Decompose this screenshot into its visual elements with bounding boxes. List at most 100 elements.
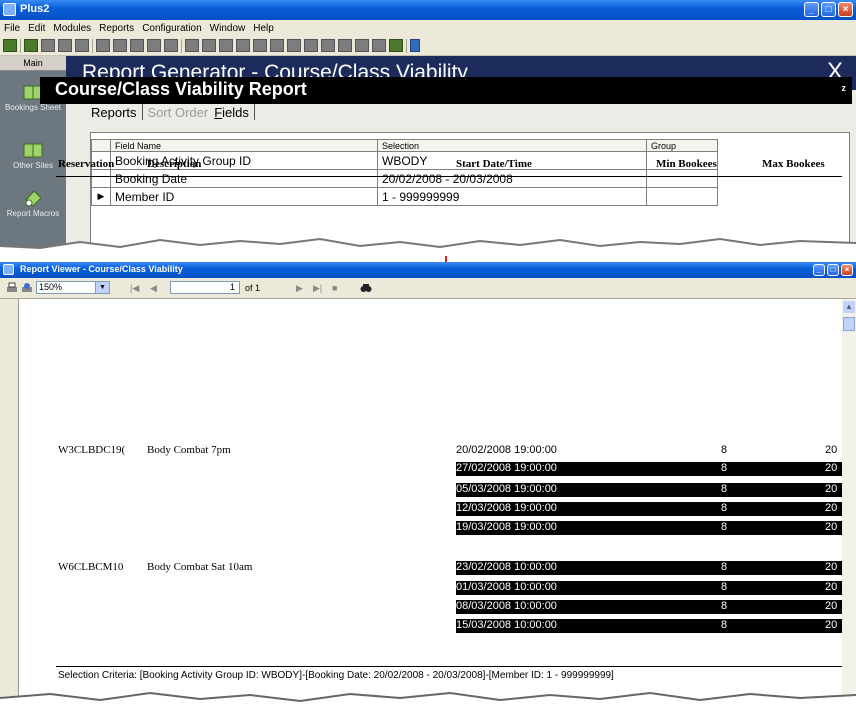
calendar-icon[interactable] <box>338 39 352 52</box>
first-page-icon[interactable]: |◀ <box>130 283 139 294</box>
column-header-reservation: Reservation <box>58 158 115 170</box>
fields-table: Field Name Selection Group Booking Activ… <box>91 139 718 206</box>
copy-icon[interactable] <box>185 39 199 52</box>
footer-divider <box>56 666 842 667</box>
list-icon[interactable] <box>270 39 284 52</box>
selection-cell[interactable]: 20/02/2008 - 20/03/2008 <box>377 169 647 188</box>
min-cell: 8 <box>721 581 728 593</box>
table-row: 05/03/2008 19:00:00 8 20 <box>456 483 842 497</box>
maximize-button[interactable]: □ <box>821 2 836 17</box>
link-icon[interactable] <box>410 39 420 52</box>
column-header-max: Max Bookees <box>762 158 825 170</box>
report-icon[interactable] <box>304 39 318 52</box>
maximize-button[interactable]: □ <box>827 264 839 276</box>
current-row-pointer-icon[interactable]: ▶ <box>91 187 111 206</box>
exit-icon[interactable] <box>3 39 17 52</box>
last-record-icon[interactable] <box>147 39 161 52</box>
previous-page-icon[interactable]: ◀ <box>150 283 157 294</box>
group-cell[interactable] <box>646 187 718 206</box>
binoculars-icon[interactable] <box>360 282 372 294</box>
save-icon[interactable] <box>58 39 72 52</box>
nav-item-report-macros[interactable]: Report Macros <box>0 188 66 218</box>
page-number-input[interactable]: 1 <box>170 281 240 294</box>
close-window-button[interactable]: × <box>841 264 853 276</box>
delete-icon[interactable] <box>75 39 89 52</box>
max-cell: 20 <box>825 600 838 612</box>
grid-icon[interactable] <box>253 39 267 52</box>
column-header-start: Start Date/Time <box>456 158 532 170</box>
report-title: Course/Class Viability Report <box>55 79 307 99</box>
title-bar: Report Viewer - Course/Class Viability _… <box>0 262 856 278</box>
description-cell: Body Combat 7pm <box>147 444 231 456</box>
field-name-cell[interactable]: Member ID <box>110 187 378 206</box>
nav-main-header[interactable]: Main <box>0 56 66 71</box>
export-icon[interactable] <box>21 282 33 294</box>
menu-window[interactable]: Window <box>210 23 246 34</box>
menu-modules[interactable]: Modules <box>53 23 91 34</box>
selection-criteria: Selection Criteria: [Booking Activity Gr… <box>58 670 614 681</box>
nav-item-label: Report Macros <box>6 209 60 218</box>
menu-file[interactable]: File <box>4 23 20 34</box>
find-icon[interactable] <box>164 39 178 52</box>
tools-icon[interactable] <box>372 39 386 52</box>
minimize-button[interactable]: _ <box>813 264 825 276</box>
print-icon[interactable] <box>6 282 18 294</box>
export-excel-icon[interactable] <box>389 39 403 52</box>
minimize-button[interactable]: _ <box>804 2 819 17</box>
scroll-up-icon[interactable]: ▲ <box>843 301 855 313</box>
max-cell: 20 <box>825 521 838 533</box>
max-cell: 20 <box>825 444 838 456</box>
menu-configuration[interactable]: Configuration <box>142 23 201 34</box>
column-header-field-name[interactable]: Field Name <box>110 139 378 152</box>
chart-icon[interactable] <box>355 39 369 52</box>
menu-help[interactable]: Help <box>253 23 274 34</box>
tab-sort-order[interactable]: Sort Order <box>145 105 212 120</box>
vertical-scrollbar[interactable]: ▲ <box>842 299 856 720</box>
open-folder-icon[interactable] <box>41 39 55 52</box>
paste-icon[interactable] <box>202 39 216 52</box>
scroll-thumb[interactable] <box>843 317 855 331</box>
table-icon[interactable] <box>287 39 301 52</box>
title-bar: Plus2 _ □ × <box>0 0 856 20</box>
start-cell: 27/02/2008 19:00:00 <box>456 462 557 474</box>
reservation-cell: W6CLBCM10 <box>58 561 124 573</box>
tab-fields[interactable]: Fields <box>211 105 252 120</box>
column-header-selection[interactable]: Selection <box>377 139 647 152</box>
print-icon[interactable] <box>321 39 335 52</box>
row-selector[interactable] <box>91 169 111 188</box>
tab-reports[interactable]: Reports <box>88 105 140 120</box>
min-cell: 8 <box>721 462 728 474</box>
min-cell: 8 <box>721 619 728 631</box>
table-row[interactable]: ▶ Member ID 1 - 999999999 <box>91 187 718 206</box>
max-cell: 20 <box>825 581 838 593</box>
last-page-icon[interactable]: ▶| <box>313 283 322 294</box>
zoom-select[interactable]: 150% ▼ <box>36 281 110 294</box>
edit-icon[interactable] <box>219 39 233 52</box>
min-cell: 8 <box>721 502 728 514</box>
group-cell[interactable] <box>646 169 718 188</box>
menu-edit[interactable]: Edit <box>28 23 45 34</box>
header-divider <box>56 176 842 177</box>
next-page-icon[interactable]: ▶ <box>296 283 303 294</box>
start-cell: 23/02/2008 10:00:00 <box>456 561 557 573</box>
new-record-icon[interactable] <box>24 39 38 52</box>
column-header-group[interactable]: Group <box>646 139 718 152</box>
stop-icon[interactable]: ■ <box>332 283 337 293</box>
next-record-icon[interactable] <box>130 39 144 52</box>
nav-item-other-sites[interactable]: Other Sites <box>0 140 66 170</box>
app-icon <box>3 264 14 275</box>
close-window-button[interactable]: × <box>838 2 853 17</box>
start-cell: 15/03/2008 10:00:00 <box>456 619 557 631</box>
menu-reports[interactable]: Reports <box>99 23 134 34</box>
table-row: 23/02/2008 10:00:00 8 20 <box>456 561 842 575</box>
filter-icon[interactable] <box>236 39 250 52</box>
max-cell: 20 <box>825 619 838 631</box>
min-cell: 8 <box>721 600 728 612</box>
book-icon <box>23 143 43 158</box>
previous-record-icon[interactable] <box>113 39 127 52</box>
field-name-cell[interactable]: Booking Date <box>110 169 378 188</box>
table-row[interactable]: Booking Date 20/02/2008 - 20/03/2008 <box>91 169 718 188</box>
selection-cell[interactable]: 1 - 999999999 <box>377 187 647 206</box>
first-record-icon[interactable] <box>96 39 110 52</box>
max-cell: 20 <box>825 561 838 573</box>
